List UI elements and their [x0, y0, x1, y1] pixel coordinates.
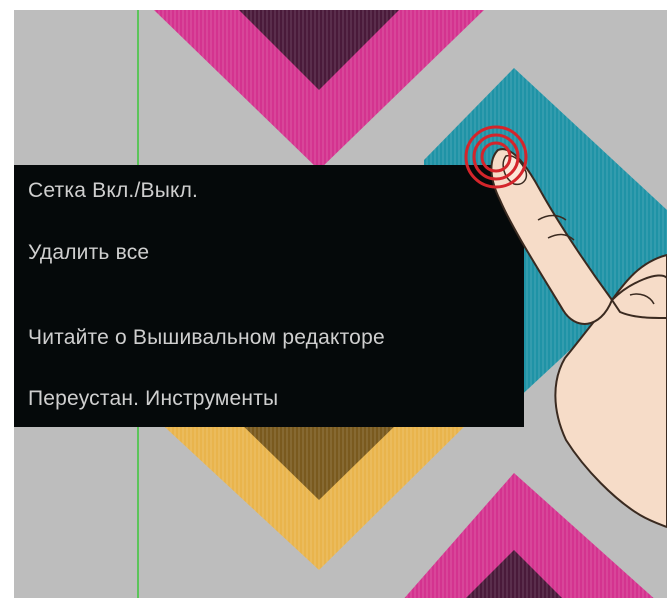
- menu-item-read-about-editor[interactable]: Читайте о Вышивальном редакторе: [28, 326, 385, 350]
- yellow-diamond[interactable]: [154, 417, 474, 570]
- menu-item-grid-toggle[interactable]: Сетка Вкл./Выкл.: [28, 179, 198, 203]
- context-menu: Сетка Вкл./Выкл. Удалить все Читайте о В…: [14, 165, 524, 427]
- menu-item-reset-tools[interactable]: Переустан. Инструменты: [28, 387, 278, 411]
- menu-item-delete-all[interactable]: Удалить все: [28, 241, 149, 265]
- magenta-diamond-bottom[interactable]: [394, 473, 667, 598]
- embroidery-canvas[interactable]: Сетка Вкл./Выкл. Удалить все Читайте о В…: [14, 10, 667, 598]
- magenta-diamond-top[interactable]: [154, 10, 484, 170]
